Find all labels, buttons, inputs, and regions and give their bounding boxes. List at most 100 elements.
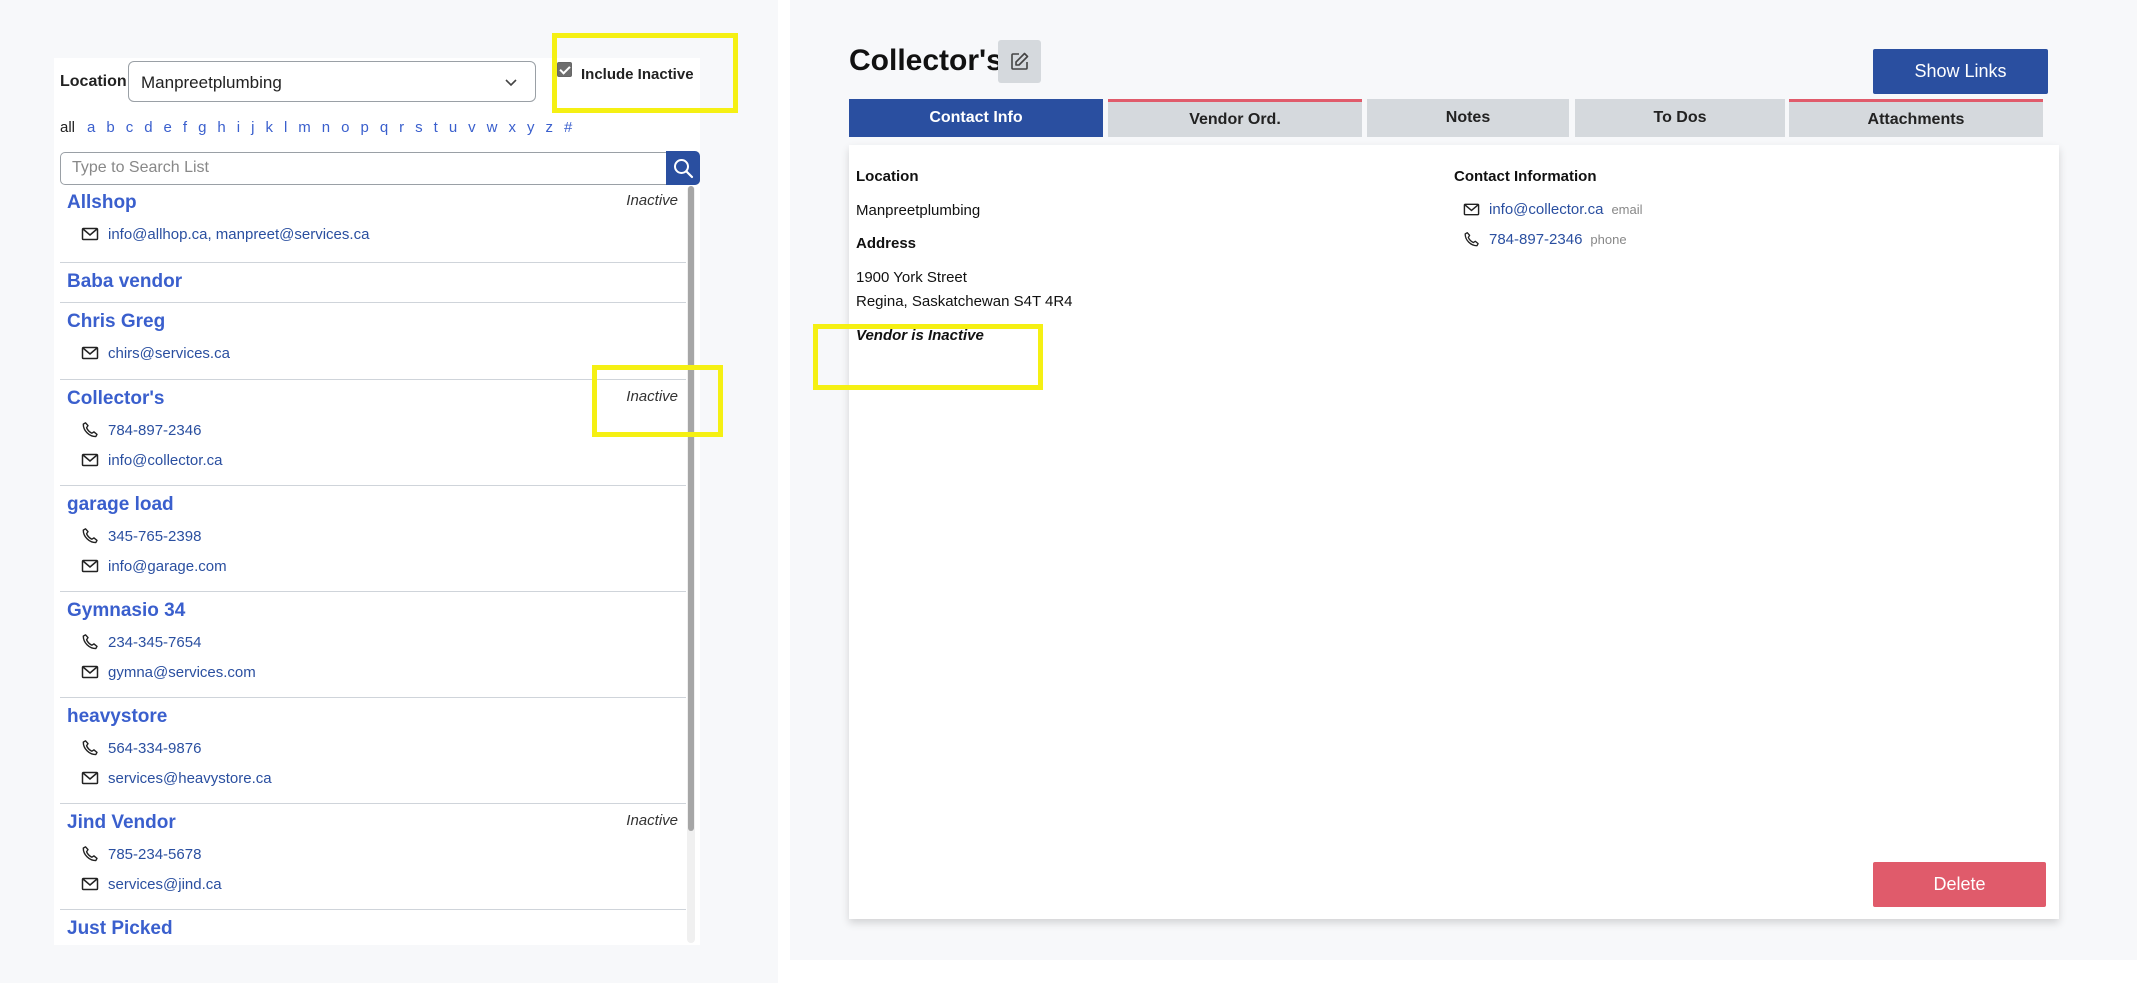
vendor-phone-link[interactable]: 784-897-2346 [108,422,201,439]
tab-contact-info[interactable]: Contact Info [849,99,1103,137]
alpha-filter-p[interactable]: p [360,119,368,139]
vendor-name-link[interactable]: Just Picked [67,918,173,940]
edit-button[interactable] [998,40,1041,83]
alpha-filter-hash[interactable]: # [564,119,572,139]
vendor-list-item[interactable]: Jind Vendor Inactive 785-234-5678 services@… [60,804,686,910]
vendor-email-link[interactable]: services@jind.ca [108,876,222,893]
contact-email-row: info@collector.ca email [1463,199,1643,219]
phone-icon [82,422,98,438]
alpha-filter-f[interactable]: f [183,119,187,139]
vendor-name-link[interactable]: Gymnasio 34 [67,600,185,622]
search-button[interactable] [666,151,700,185]
alpha-filter-d[interactable]: d [144,119,152,139]
contact-email-link[interactable]: info@collector.ca [1489,201,1603,218]
vendor-list-item[interactable]: Baba vendor [60,263,686,303]
scrollbar-thumb[interactable] [688,186,694,831]
vendor-email-link[interactable]: chirs@services.ca [108,345,230,362]
contact-phone-row: 784-897-2346 phone [1463,229,1627,249]
delete-button[interactable]: Delete [1873,862,2046,907]
show-links-button[interactable]: Show Links [1873,49,2048,94]
alpha-filter-n[interactable]: n [322,119,330,139]
location-label: Location [60,73,127,90]
vendor-list-item[interactable]: Gymnasio 34 234-345-7654 gymna@services.co… [60,592,686,698]
vendor-name-link[interactable]: Allshop [67,192,137,214]
alpha-filter-z[interactable]: z [546,119,554,139]
tab-attachments[interactable]: Attachments [1789,99,2043,137]
alpha-filter-k[interactable]: k [265,119,273,139]
vendor-email-link[interactable]: info@allhop.ca, manpreet@services.ca [108,226,369,243]
vendor-phone-link[interactable]: 234-345-7654 [108,634,201,651]
vendor-email-link[interactable]: gymna@services.com [108,664,256,681]
alpha-filter-j[interactable]: j [251,119,254,139]
vendor-phone-link[interactable]: 785-234-5678 [108,846,201,863]
location-heading: Location [856,168,919,185]
highlight-inactive-notice [813,324,1043,390]
contact-information-heading: Contact Information [1454,168,1597,185]
alpha-filter-h[interactable]: h [217,119,225,139]
vendor-name-link[interactable]: Jind Vendor [67,812,176,834]
vendor-name-link[interactable]: heavystore [67,706,167,728]
alpha-filter-u[interactable]: u [449,119,457,139]
mail-icon [81,453,99,467]
vendor-list-item[interactable]: Allshop Inactive info@allhop.ca, manpreet@… [60,186,686,263]
mail-icon [81,559,99,573]
alpha-filter-e[interactable]: e [164,119,172,139]
tab-to-dos[interactable]: To Dos [1575,99,1785,137]
contact-email-type: email [1611,201,1643,217]
vendor-phone-link[interactable]: 345-765-2398 [108,528,201,545]
alpha-filter-w[interactable]: w [487,119,498,139]
location-value: Manpreetplumbing [856,202,981,219]
vendor-phone-link[interactable]: 564-334-9876 [108,740,201,757]
vendor-phone-row: 785-234-5678 [81,844,201,864]
page-title: Collector's [849,44,1003,77]
mail-icon [81,346,99,360]
vendor-email-link[interactable]: info@collector.ca [108,452,222,469]
contact-info-card: Location Manpreetplumbing Address 1900 Y… [849,145,2059,919]
search-icon [674,159,694,179]
location-select[interactable]: Manpreetplumbing [128,61,536,102]
alpha-filter-g[interactable]: g [198,119,206,139]
vendor-name-link[interactable]: Collector's [67,388,164,410]
alpha-filter-y[interactable]: y [527,119,535,139]
alpha-filter-i[interactable]: i [237,119,240,139]
alpha-filter-m[interactable]: m [298,119,311,139]
chevron-down-icon [505,79,517,87]
highlight-inactive-badge [592,365,723,437]
alpha-filter-all[interactable]: all [60,119,75,139]
address-line-1: 1900 York Street [856,269,967,286]
mail-icon [81,665,99,679]
vendor-email-link[interactable]: info@garage.com [108,558,227,575]
alpha-filter-a[interactable]: a [87,119,95,139]
vendor-list-item[interactable]: garage load 345-765-2398 info@garage.com [60,486,686,592]
alpha-filter-s[interactable]: s [415,119,423,139]
alpha-filter-r[interactable]: r [399,119,404,139]
phone-icon [82,528,98,544]
contact-phone-link[interactable]: 784-897-2346 [1489,231,1582,248]
search-box [60,152,700,185]
vendor-email-row: info@garage.com [81,556,227,576]
contact-phone-type: phone [1590,231,1627,247]
vendor-email-link[interactable]: services@heavystore.ca [108,770,272,787]
mail-icon [81,227,99,241]
alpha-filter-l[interactable]: l [284,119,287,139]
vendor-list-scrollbar[interactable] [687,186,695,943]
search-input[interactable] [72,159,652,177]
alpha-filter-q[interactable]: q [380,119,388,139]
vendor-name-link[interactable]: Baba vendor [67,271,182,293]
tab-notes[interactable]: Notes [1367,99,1569,137]
alpha-filter-o[interactable]: o [341,119,349,139]
tab-vendor-ord[interactable]: Vendor Ord. [1108,99,1362,137]
alpha-filter-c[interactable]: c [126,119,134,139]
edit-icon [1011,52,1029,70]
alpha-filter-v[interactable]: v [468,119,476,139]
alpha-filter-b[interactable]: b [106,119,114,139]
mail-icon [81,771,99,785]
alpha-filter-t[interactable]: t [434,119,438,139]
vendor-list-item[interactable]: heavystore 564-334-9876 services@heavystor… [60,698,686,804]
vendor-list-item[interactable]: Just Picked [60,910,686,943]
vendor-email-row: services@heavystore.ca [81,768,272,788]
vendor-name-link[interactable]: Chris Greg [67,311,165,333]
address-line-2: Regina, Saskatchewan S4T 4R4 [856,293,1073,310]
alpha-filter-x[interactable]: x [509,119,517,139]
vendor-name-link[interactable]: garage load [67,494,174,516]
